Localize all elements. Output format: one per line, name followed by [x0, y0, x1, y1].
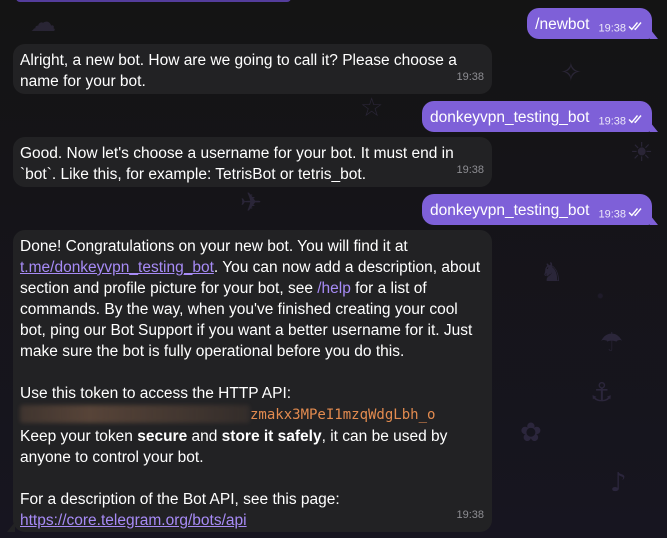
bold-store-safely: store it safely [221, 428, 322, 445]
background-doodle-icon: ☂ [600, 328, 624, 358]
blurred-token-part [20, 405, 250, 423]
message-text: donkeyvpn_testing_bot [430, 202, 590, 219]
message-text: Keep your token [20, 428, 138, 445]
message-text: Alright, a new bot. How are we going to … [20, 52, 457, 90]
background-doodle-icon: ♞ [540, 258, 564, 288]
message-time: 19:38 [598, 22, 626, 34]
background-doodle-icon: ✈ [240, 188, 262, 218]
token-intro: Use this token to access the HTTP API: [20, 385, 292, 402]
background-doodle-icon: ☆ [360, 93, 384, 123]
message-time: 19:38 [598, 208, 626, 220]
message-meta: 19:38 [598, 111, 644, 132]
message-time: 19:38 [598, 115, 626, 127]
background-doodle-icon: ⚓ [590, 378, 614, 408]
background-doodle-icon: ✿ [520, 418, 542, 448]
keep-token-text: Keep your token secure and store it safe… [20, 426, 485, 468]
double-check-icon [628, 204, 644, 225]
api-token[interactable]: zmakx3MPeI1mzqWdgLbh_o [250, 407, 435, 423]
message-text: and [187, 428, 222, 445]
api-intro: For a description of the Bot API, see th… [20, 491, 340, 508]
double-check-icon [628, 18, 644, 39]
incoming-message[interactable]: Good. Now let's choose a username for yo… [13, 137, 492, 187]
message-body: Done! Congratulations on your new bot. Y… [20, 236, 485, 362]
background-doodle-icon: ✧ [560, 58, 582, 88]
token-line[interactable]: zmakx3MPeI1mzqWdgLbh_o [20, 404, 485, 426]
background-doodle-icon: ☁ [30, 8, 56, 38]
background-doodle-icon: ☀ [630, 138, 654, 168]
message-text: /newbot [535, 16, 590, 33]
help-command-link[interactable]: /help [317, 280, 351, 297]
message-time: 19:38 [456, 71, 484, 83]
message-time: 19:38 [456, 509, 484, 521]
incoming-message[interactable]: Done! Congratulations on your new bot. Y… [7, 230, 492, 532]
message-meta: 19:38 [598, 204, 644, 225]
message-text: donkeyvpn_testing_bot [430, 109, 590, 126]
bubble-tail [7, 522, 15, 532]
previous-message-edge [16, 0, 291, 2]
background-doodle-icon: ♪ [610, 468, 627, 498]
message-text: Good. Now let's choose a username for yo… [20, 145, 454, 183]
incoming-message[interactable]: Alright, a new bot. How are we going to … [13, 44, 492, 94]
chat-area[interactable]: ✦ ☆ ♞ ☂ ✿ ♪ ✧ ☀ ✈ ☁ ⚓ /newbot19:38 Alrig… [0, 0, 667, 538]
bot-api-link[interactable]: https://core.telegram.org/bots/api [20, 512, 247, 529]
bold-secure: secure [137, 428, 188, 445]
message-time: 19:38 [456, 164, 484, 176]
bubble-tail [650, 29, 658, 39]
outgoing-message[interactable]: /newbot 19:38 [527, 8, 658, 39]
outgoing-message[interactable]: donkeyvpn_testing_bot 19:38 [422, 194, 658, 225]
message-meta: 19:38 [598, 18, 644, 39]
outgoing-message[interactable]: donkeyvpn_testing_bot 19:38 [422, 101, 658, 132]
bubble-tail [650, 122, 658, 132]
bubble-tail [650, 215, 658, 225]
bot-link[interactable]: t.me/donkeyvpn_testing_bot [20, 259, 214, 276]
message-text: Done! Congratulations on your new bot. Y… [20, 238, 408, 255]
double-check-icon [628, 111, 644, 132]
